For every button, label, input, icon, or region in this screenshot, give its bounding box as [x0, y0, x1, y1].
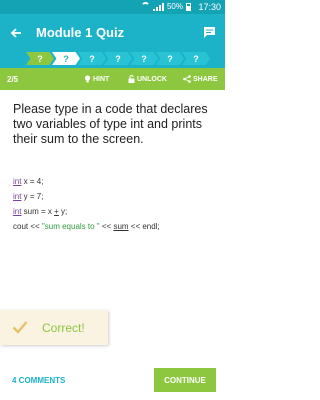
lightbulb-icon [84, 75, 91, 83]
code-answer[interactable]: int x = 4; int y = 7; int sum = x + y; c… [13, 174, 218, 234]
code-text: x = 4; [21, 177, 44, 186]
code-text: << [99, 222, 114, 231]
checkmark-icon [12, 321, 28, 334]
battery-icon [186, 2, 191, 11]
page-title: Module 1 Quiz [36, 25, 125, 40]
code-text: y = 7; [21, 192, 44, 201]
question-counter: 2/5 [7, 75, 19, 84]
comments-icon[interactable] [203, 26, 216, 39]
progress-step-7: ? [182, 52, 210, 65]
share-label: SHARE [193, 75, 218, 83]
progress-step-6: ? [156, 52, 184, 65]
progress-step-2: ? [52, 52, 80, 65]
continue-button[interactable]: CONTINUE [154, 368, 216, 392]
code-text: cout << [13, 222, 42, 231]
wifi-icon [140, 2, 150, 11]
lock-icon [128, 75, 135, 83]
question-text: Please type in a code that declares two … [13, 102, 208, 146]
progress-step-1: ? [26, 52, 54, 65]
code-text: sum = x [21, 207, 55, 216]
code-line: cout << "sum equals to " << sum << endl; [13, 219, 218, 234]
comments-link[interactable]: 4 COMMENTS [12, 376, 65, 385]
code-line: int x = 4; [13, 174, 218, 189]
quiz-progress: ? ? ? ? ? ? ? [0, 52, 225, 68]
code-text: << endl; [128, 222, 160, 231]
unlock-button[interactable]: UNLOCK [128, 75, 167, 83]
clock: 17:30 [198, 2, 221, 12]
quiz-toolbar: 2/5 HINT UNLOCK SHARE [0, 68, 225, 90]
code-string: "sum equals to " [41, 222, 100, 231]
hint-label: HINT [93, 75, 110, 83]
battery-percent: 50% [166, 2, 183, 11]
progress-step-3: ? [78, 52, 106, 65]
progress-step-5: ? [130, 52, 158, 65]
status-bar: 50% 17:30 [0, 0, 225, 14]
signal-icon [152, 2, 164, 11]
share-button[interactable]: SHARE [183, 75, 218, 83]
code-variable: sum [113, 222, 129, 231]
progress-step-4: ? [104, 52, 132, 65]
code-line: int y = 7; [13, 189, 218, 204]
correct-toast: Correct! [0, 310, 108, 345]
code-text: y; [58, 207, 68, 216]
app-bar: Module 1 Quiz [0, 14, 225, 52]
hint-button[interactable]: HINT [84, 75, 109, 83]
unlock-label: UNLOCK [137, 75, 167, 83]
toast-message: Correct! [42, 321, 85, 335]
code-line: int sum = x + y; [13, 204, 218, 219]
share-icon [183, 75, 191, 83]
back-arrow-icon[interactable] [6, 23, 26, 43]
